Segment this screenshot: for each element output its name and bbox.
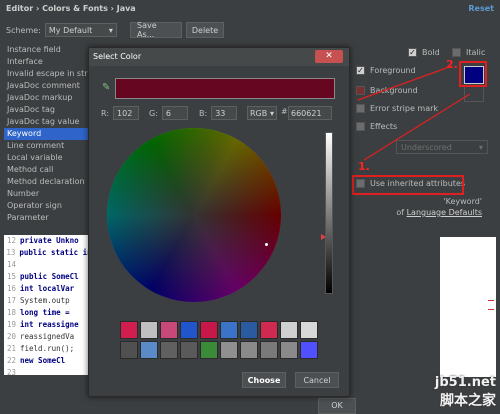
watermark: jb51.net 脚本之家	[435, 375, 496, 410]
green-label: G:	[149, 108, 158, 118]
recent-colors-palette	[120, 321, 318, 359]
color-mode-select[interactable]: RGB ▾	[247, 106, 277, 120]
hex-hash-label: #	[281, 107, 288, 116]
green-channel: G: 6	[149, 106, 188, 120]
watermark-name: 脚本之家	[440, 393, 496, 409]
brightness-slider-thumb[interactable]	[321, 234, 326, 240]
color-swatch[interactable]	[280, 341, 298, 359]
red-channel: R: 102	[101, 106, 140, 120]
color-swatch[interactable]	[160, 321, 178, 339]
color-swatch[interactable]	[300, 341, 318, 359]
dialog-title-bar[interactable]: Select Color ✕	[89, 48, 349, 66]
brightness-slider[interactable]	[325, 132, 333, 294]
color-swatch[interactable]	[220, 341, 238, 359]
color-swatch[interactable]	[180, 321, 198, 339]
dialog-title: Select Color	[93, 52, 142, 61]
color-swatch[interactable]	[200, 341, 218, 359]
close-icon[interactable]: ✕	[315, 50, 343, 63]
color-wheel[interactable]	[107, 128, 281, 302]
color-preview	[115, 78, 335, 99]
color-swatch[interactable]	[300, 321, 318, 339]
cancel-button[interactable]: Cancel	[295, 372, 339, 388]
color-swatch[interactable]	[140, 341, 158, 359]
color-swatch[interactable]	[240, 321, 258, 339]
color-swatch[interactable]	[180, 341, 198, 359]
annotation-arrow-1	[363, 93, 471, 161]
blue-label: B:	[199, 108, 208, 118]
color-swatch[interactable]	[160, 341, 178, 359]
chevron-down-icon: ▾	[269, 108, 274, 118]
eyedropper-icon[interactable]: ✎	[102, 83, 112, 93]
color-swatch[interactable]	[140, 321, 158, 339]
color-swatch[interactable]	[220, 321, 238, 339]
color-swatch[interactable]	[280, 321, 298, 339]
select-color-dialog: Select Color ✕ ✎ R: 102 G: 6 B: 33 RGB ▾…	[88, 47, 350, 397]
red-input[interactable]: 102	[113, 106, 140, 120]
color-swatch[interactable]	[120, 341, 138, 359]
color-swatch[interactable]	[260, 321, 278, 339]
color-swatch[interactable]	[200, 321, 218, 339]
color-mode-value: RGB	[250, 108, 268, 118]
red-label: R:	[101, 108, 110, 118]
color-swatch[interactable]	[260, 341, 278, 359]
blue-channel: B: 33	[199, 106, 238, 120]
annotation-arrow-2	[357, 65, 453, 101]
color-wheel-shade	[107, 128, 281, 302]
blue-input[interactable]: 33	[211, 106, 238, 120]
color-swatch[interactable]	[120, 321, 138, 339]
choose-button[interactable]: Choose	[242, 372, 286, 388]
color-wheel-cursor[interactable]	[265, 243, 268, 246]
watermark-site: jb51.net	[434, 375, 496, 390]
hex-input[interactable]: 660621	[288, 106, 332, 120]
color-swatch[interactable]	[240, 341, 258, 359]
green-input[interactable]: 6	[161, 106, 188, 120]
